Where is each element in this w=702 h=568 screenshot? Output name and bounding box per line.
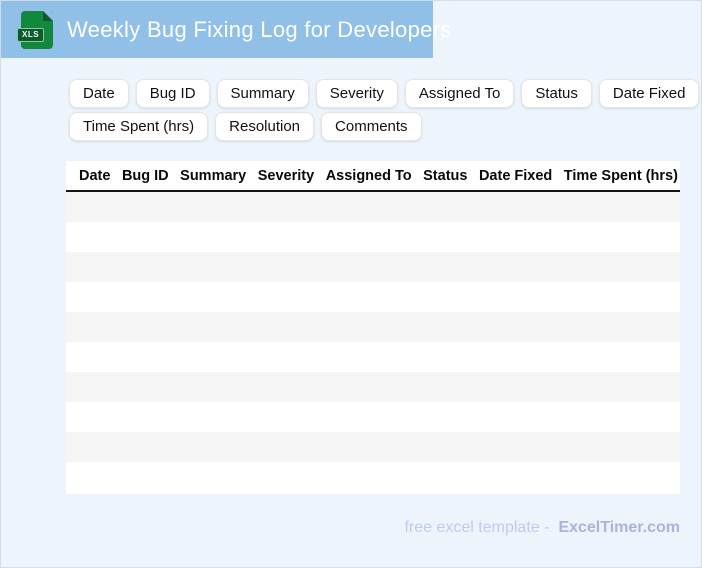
brand-link[interactable]: ExcelTimer.com: [558, 519, 680, 537]
table-body: [66, 192, 680, 492]
table-row: [66, 312, 680, 342]
table-row: [66, 462, 680, 492]
xls-file-icon: XLS: [17, 10, 53, 49]
table-row: [66, 432, 680, 462]
page-fold-icon: [43, 10, 53, 21]
chip-row-2: Time Spent (hrs) Resolution Comments: [69, 112, 649, 141]
column-chips: Date Bug ID Summary Severity Assigned To…: [69, 79, 700, 145]
header-banner: XLS Weekly Bug Fixing Log for Developers: [1, 1, 451, 58]
xls-badge: XLS: [17, 27, 45, 42]
table-row: [66, 252, 680, 282]
table-row: [66, 222, 680, 252]
table-row: [66, 402, 680, 432]
column-chip[interactable]: Status: [521, 79, 592, 108]
column-header: Time Spent (hrs): [563, 167, 678, 184]
table-row: [66, 282, 680, 312]
template-preview-page: { "header": { "title": "Weekly Bug Fixin…: [0, 0, 702, 568]
column-header: Status: [423, 167, 468, 184]
table-row: [66, 342, 680, 372]
column-header: Severity: [257, 167, 315, 184]
column-chip[interactable]: Assigned To: [404, 79, 515, 108]
column-chip[interactable]: Severity: [315, 79, 398, 108]
table-header-row: Date Bug ID Summary Severity Assigned To…: [66, 161, 680, 192]
column-chip[interactable]: Bug ID: [135, 79, 210, 108]
column-chip[interactable]: Summary: [216, 79, 309, 108]
log-table: Date Bug ID Summary Severity Assigned To…: [66, 161, 680, 494]
column-header: Bug ID: [121, 167, 169, 184]
column-chip[interactable]: Resolution: [215, 112, 315, 141]
table-row: [66, 192, 680, 222]
column-chip[interactable]: Comments: [321, 112, 422, 141]
table-row: [66, 372, 680, 402]
column-chip[interactable]: Time Spent (hrs): [69, 112, 209, 141]
column-chip[interactable]: Date Fixed: [598, 79, 700, 108]
column-header: Summary: [180, 167, 247, 184]
column-chip[interactable]: Date: [69, 79, 129, 108]
chip-row-1: Date Bug ID Summary Severity Assigned To…: [69, 79, 700, 108]
footer-text: free excel template -: [404, 519, 550, 536]
page-title: Weekly Bug Fixing Log for Developers: [67, 16, 452, 42]
footer: free excel template - ExcelTimer.com: [404, 519, 680, 537]
column-header: Date: [79, 167, 111, 184]
column-header: Date Fixed: [478, 167, 553, 184]
column-header: Assigned To: [325, 167, 412, 184]
